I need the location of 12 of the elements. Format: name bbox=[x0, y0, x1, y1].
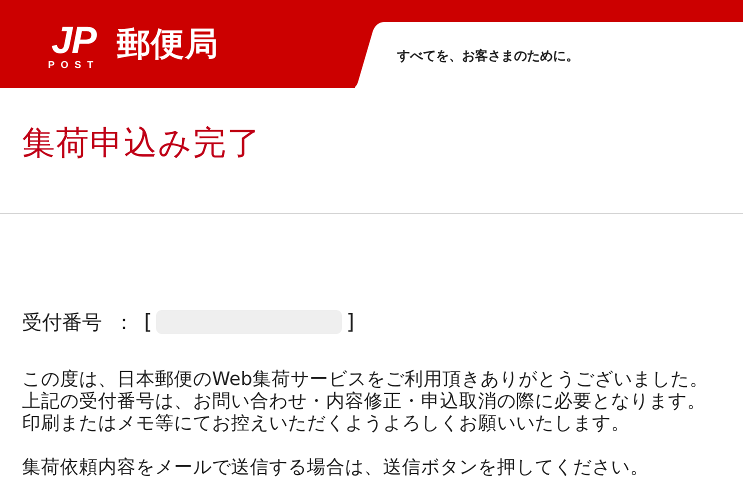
message-text: 印刷またはメモ等にてお控えいただくようよろしくお願いいたします。 bbox=[22, 413, 631, 435]
message-text: 上記の受付番号は、お問い合わせ・内容修正・申込取消の際に必要となります。 bbox=[22, 391, 707, 413]
close-bracket: ] bbox=[346, 309, 354, 335]
post-logo[interactable]: JP POST bbox=[48, 18, 100, 70]
page-title: 集荷申込み完了 bbox=[21, 122, 262, 164]
separator-colon: ： bbox=[114, 309, 134, 335]
mail-note: 集荷依頼内容をメールで送信する場合は、送信ボタンを押してください。 bbox=[22, 457, 650, 479]
tagline: すべてを、お客さまのために。 bbox=[397, 48, 579, 65]
open-bracket: [ bbox=[144, 309, 152, 335]
brand-name: 郵便局 bbox=[117, 22, 220, 64]
message-text: この度は、日本郵便のWeb集荷サービスをご利用頂きありがとうございました。 bbox=[22, 369, 710, 391]
receipt-label: 受付番号 bbox=[22, 309, 102, 335]
